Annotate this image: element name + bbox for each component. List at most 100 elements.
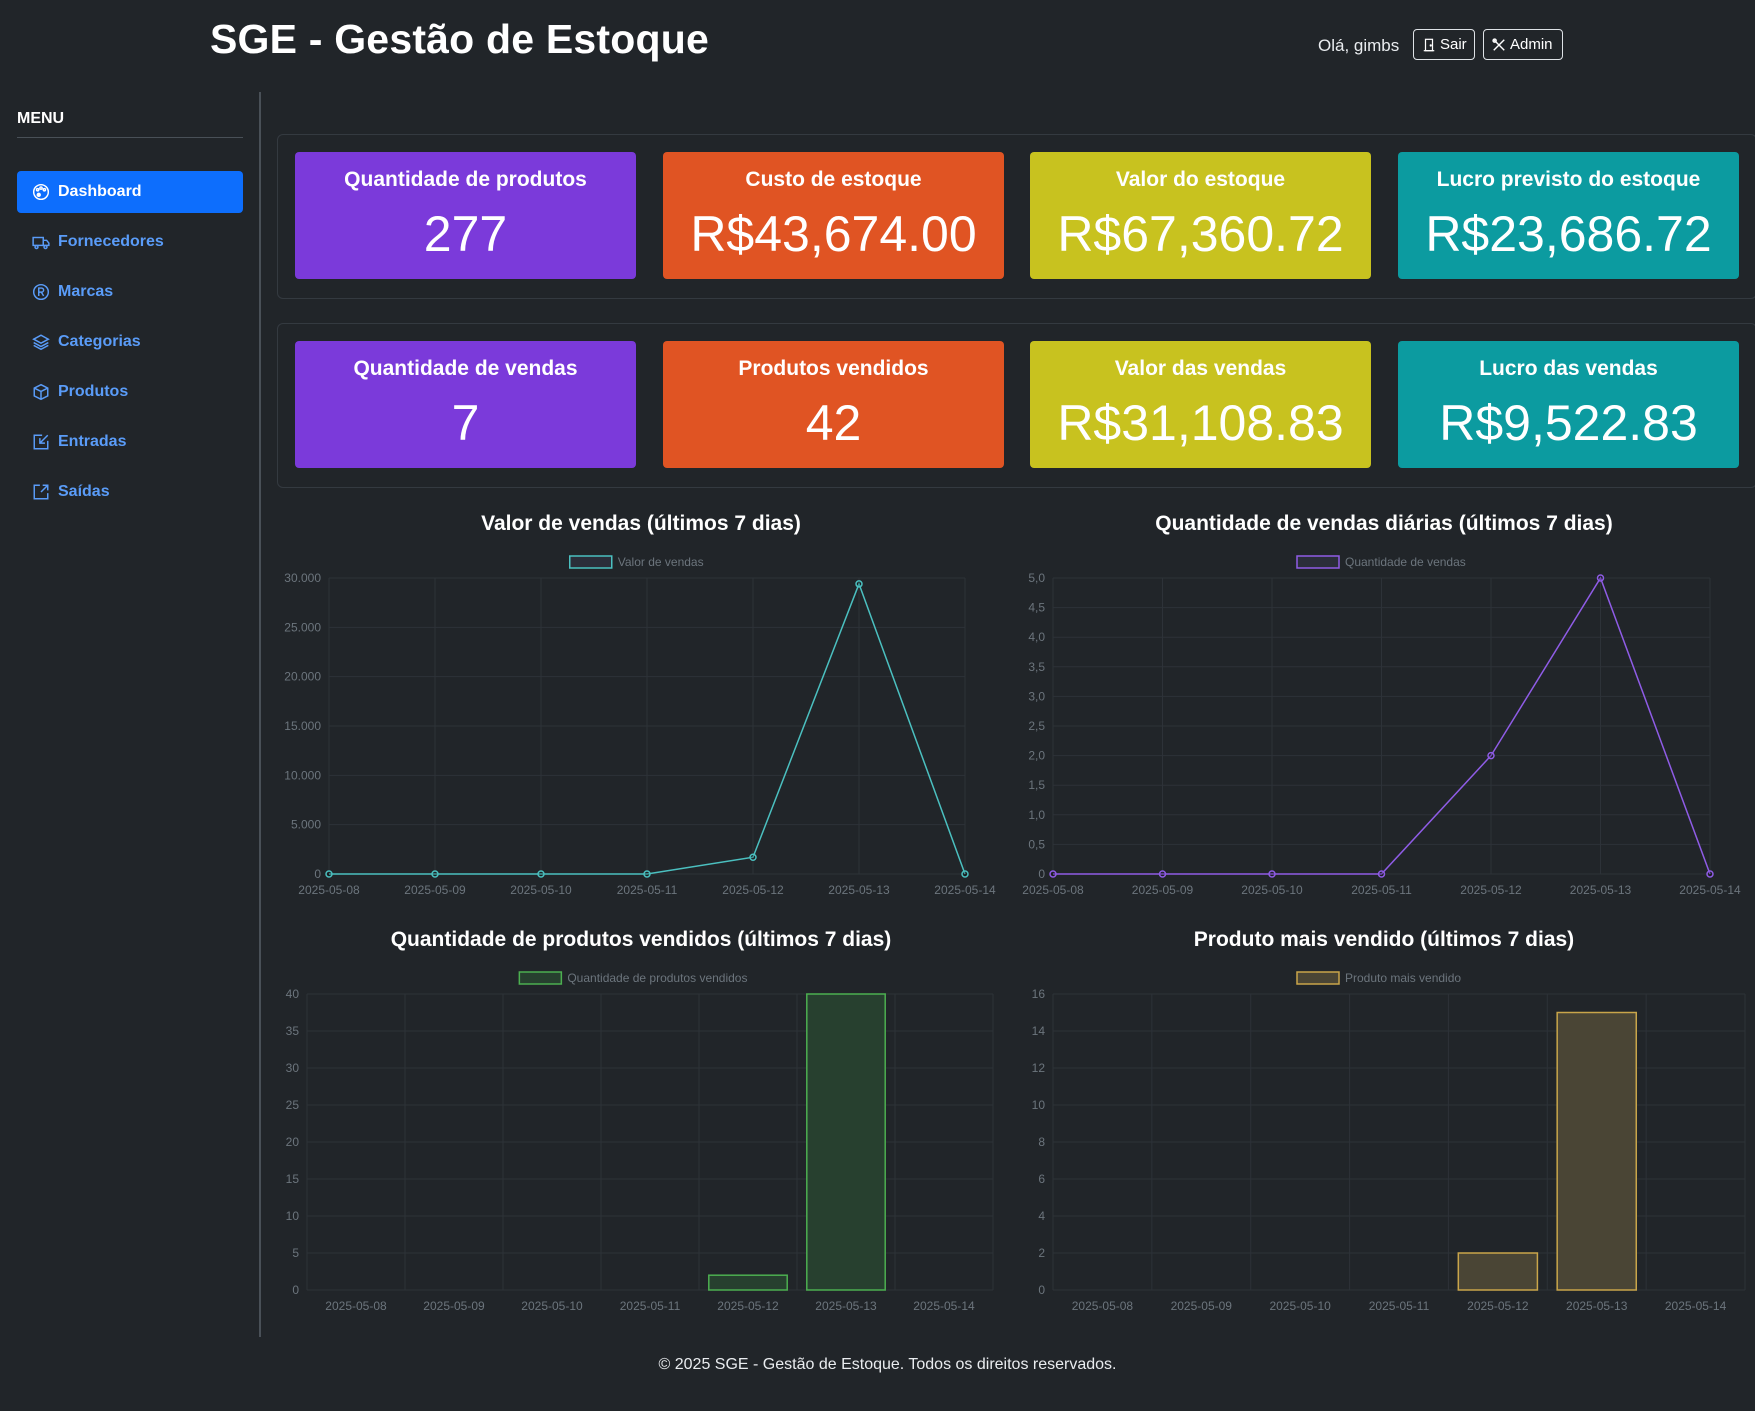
y-tick-label: 6 — [1038, 1172, 1045, 1186]
logout-label: Sair — [1440, 36, 1467, 53]
x-tick-label: 2025-05-10 — [1269, 1299, 1331, 1313]
chart-canvas: Valor de vendas 0 5.000 10.000 15.000 20.000 2… — [284, 555, 996, 897]
palette-icon — [32, 183, 50, 201]
y-tick-label: 5.000 — [291, 818, 321, 832]
x-tick-label: 2025-05-12 — [722, 883, 784, 897]
metric-card-products-sold: Produtos vendidos 42 — [663, 341, 1004, 468]
legend-label: Produto mais vendido — [1345, 971, 1461, 985]
layers-icon — [32, 333, 50, 351]
bar — [708, 1274, 788, 1291]
data-point — [537, 870, 545, 878]
legend-label: Valor de vendas — [618, 555, 704, 569]
sidebar-item-fornecedores[interactable]: Fornecedores — [17, 221, 243, 263]
sidebar-item-label: Saídas — [58, 483, 110, 500]
data-point — [961, 870, 969, 878]
x-tick-label: 2025-05-13 — [815, 1299, 877, 1313]
sidebar-item-dashboard[interactable]: Dashboard — [17, 171, 243, 213]
logout-button[interactable]: Sair — [1413, 29, 1475, 60]
metric-value: 7 — [451, 395, 480, 451]
sidebar-item-label: Dashboard — [58, 183, 142, 200]
y-tick-label: 4 — [1038, 1209, 1045, 1223]
x-tick-label: 2025-05-08 — [298, 883, 360, 897]
metric-title: Custo de estoque — [745, 168, 922, 191]
data-point — [749, 853, 757, 861]
y-tick-label: 25 — [286, 1098, 300, 1112]
legend-swatch — [569, 555, 613, 569]
chart-canvas: Quantidade de produtos vendidos051015202… — [286, 971, 994, 1313]
sidebar-item-produtos[interactable]: Produtos — [17, 371, 243, 413]
top-header: SGE - Gestão de Estoque Olá, gimbs Sair … — [0, 0, 1755, 92]
x-tick-label: 2025-05-08 — [325, 1299, 387, 1313]
admin-label: Admin — [1510, 36, 1553, 53]
x-tick-label: 2025-05-09 — [423, 1299, 485, 1313]
y-tick-label: 10 — [286, 1209, 300, 1223]
box-arrow-out-icon — [32, 483, 50, 501]
legend-swatch — [518, 971, 563, 985]
admin-button[interactable]: Admin — [1483, 29, 1563, 60]
stock-metrics-panel: Quantidade de produtos 277 Custo de esto… — [277, 134, 1755, 299]
app-title: SGE - Gestão de Estoque — [210, 16, 709, 62]
y-tick-label: 15.000 — [284, 719, 321, 733]
y-tick-label: 0 — [1038, 1283, 1045, 1297]
x-tick-label: 2025-05-13 — [828, 883, 890, 897]
x-tick-label: 2025-05-09 — [404, 883, 466, 897]
x-tick-label: 2025-05-12 — [1467, 1299, 1529, 1313]
y-tick-label: 10 — [1032, 1098, 1046, 1112]
y-tick-label: 10.000 — [284, 768, 321, 782]
sidebar-item-entradas[interactable]: Entradas — [17, 421, 243, 463]
y-tick-label: 20 — [286, 1135, 300, 1149]
metric-title: Quantidade de vendas — [353, 357, 578, 380]
x-tick-label: 2025-05-14 — [1679, 883, 1741, 897]
legend-swatch — [1296, 555, 1340, 569]
metric-value: 277 — [423, 206, 508, 262]
data-point — [1487, 751, 1495, 760]
metric-value: R$67,360.72 — [1057, 206, 1344, 262]
data-point — [325, 870, 333, 878]
y-tick-label: 2,0 — [1028, 749, 1045, 763]
y-tick-label: 14 — [1032, 1024, 1046, 1038]
y-tick-label: 30.000 — [284, 571, 321, 585]
legend-swatch — [1296, 971, 1340, 985]
y-tick-label: 1,0 — [1028, 808, 1045, 822]
data-point — [1706, 870, 1714, 878]
data-point — [1158, 870, 1167, 878]
box-arrow-in-icon — [32, 433, 50, 451]
y-tick-label: 16 — [1032, 987, 1046, 1001]
y-tick-label: 5 — [292, 1246, 299, 1260]
sidebar-divider — [259, 92, 261, 1337]
metric-title: Produtos vendidos — [738, 357, 929, 380]
truck-icon — [32, 233, 50, 251]
x-tick-label: 2025-05-13 — [1570, 883, 1632, 897]
menu-divider — [17, 137, 243, 138]
x-tick-label: 2025-05-11 — [620, 1299, 681, 1313]
x-tick-label: 2025-05-11 — [1369, 1299, 1430, 1313]
metric-title: Lucro das vendas — [1479, 357, 1658, 380]
y-tick-label: 4,0 — [1028, 630, 1045, 644]
footer-text: © 2025 SGE - Gestão de Estoque. Todos os… — [658, 1356, 1117, 1373]
sidebar-item-saidas[interactable]: Saídas — [17, 471, 243, 513]
sales-value-chart: Valor de vendas (últimos 7 dias) Valor d… — [277, 512, 1005, 908]
metric-card-sales-value: Valor das vendas R$31,108.83 — [1030, 341, 1371, 468]
x-tick-label: 2025-05-09 — [1132, 883, 1194, 897]
sidebar-item-categorias[interactable]: Categorias — [17, 321, 243, 363]
data-point — [1268, 870, 1276, 878]
metric-title: Lucro previsto do estoque — [1436, 168, 1701, 191]
x-tick-label: 2025-05-11 — [617, 883, 678, 897]
metric-title: Valor do estoque — [1115, 168, 1286, 191]
door-icon — [1422, 38, 1436, 52]
metric-title: Valor das vendas — [1114, 357, 1287, 380]
y-tick-label: 3,0 — [1028, 689, 1045, 703]
chart-canvas: Quantidade de vendas 0 0,5 1,0 1,5 2,0 2,5 3,0 3… — [1022, 555, 1741, 897]
chart-canvas: Produto mais vendido 0 2 4 6 8 10 12 14 16 2025-05… — [1032, 971, 1746, 1313]
registered-icon — [32, 283, 50, 301]
x-tick-label: 2025-05-14 — [934, 883, 996, 897]
tools-icon — [1492, 37, 1506, 52]
y-tick-label: 30 — [286, 1061, 300, 1075]
sidebar-item-marcas[interactable]: Marcas — [17, 271, 243, 313]
box-icon — [32, 383, 50, 401]
metric-value: R$9,522.83 — [1439, 395, 1698, 451]
metric-card-product-count: Quantidade de produtos 277 — [295, 152, 636, 279]
y-tick-label: 40 — [286, 987, 300, 1001]
x-tick-label: 2025-05-14 — [913, 1299, 975, 1313]
sidebar-item-label: Marcas — [58, 283, 114, 300]
